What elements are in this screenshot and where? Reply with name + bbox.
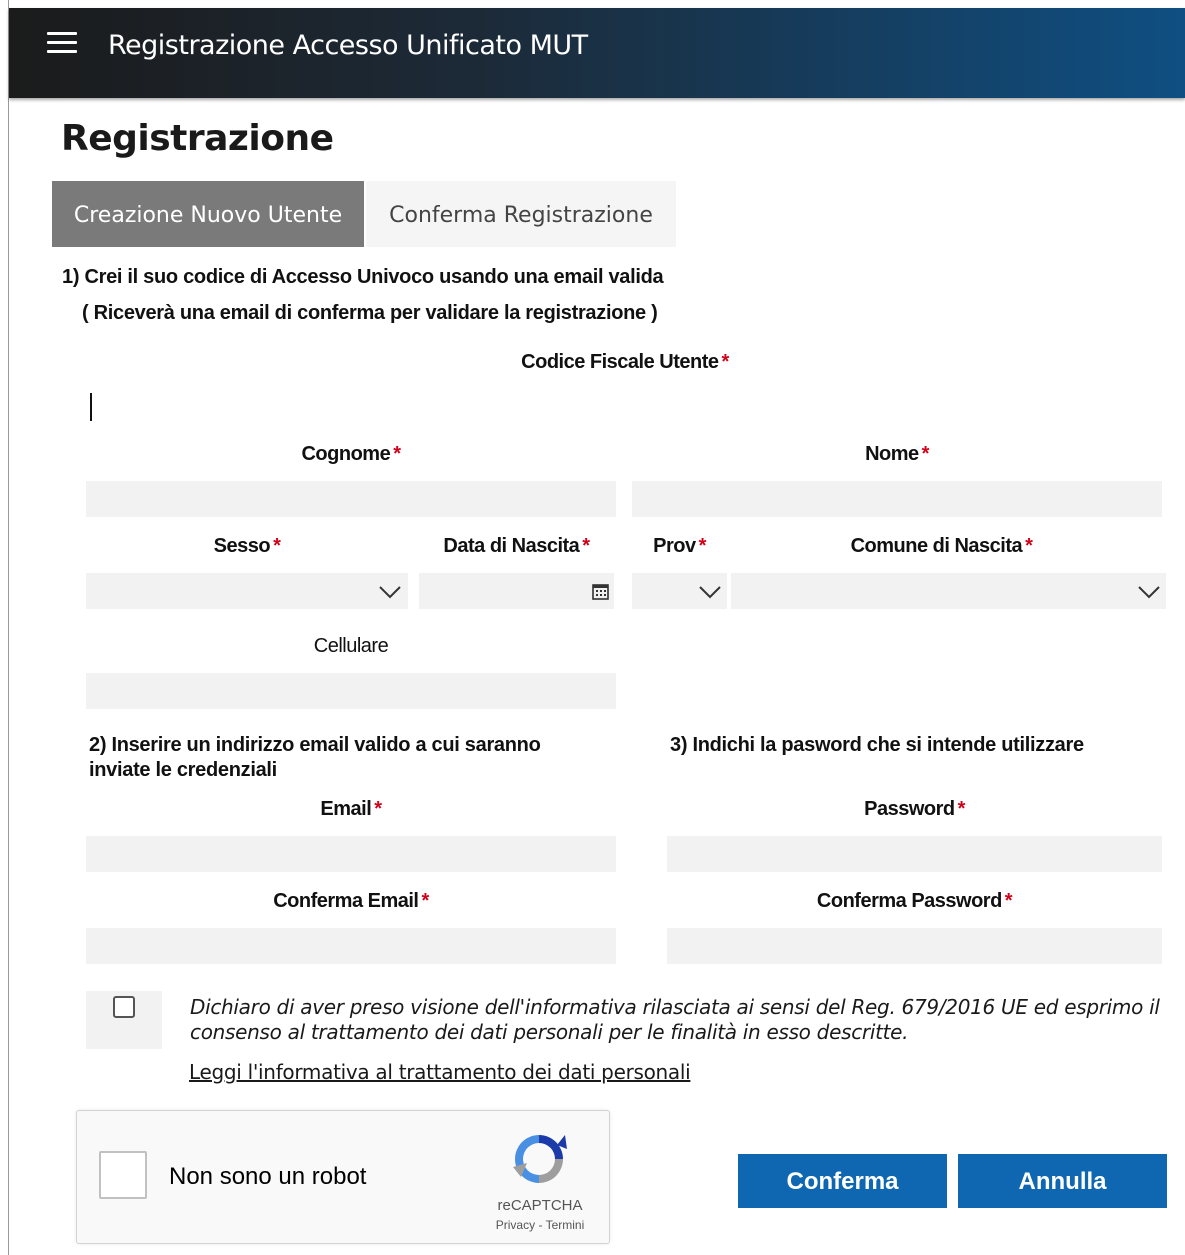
- recaptcha-logo-icon: [513, 1135, 567, 1183]
- prov-label: Prov *: [653, 535, 706, 557]
- cognome-input[interactable]: [86, 481, 616, 517]
- tab-conferma-registrazione[interactable]: Conferma Registrazione: [366, 181, 676, 247]
- chevron-down-icon: [699, 586, 721, 599]
- confirm-button[interactable]: Conferma: [738, 1154, 947, 1208]
- password-input[interactable]: [667, 836, 1162, 872]
- email-label: Email *: [320, 798, 382, 820]
- recaptcha-links: Privacy - Termini: [495, 1218, 585, 1232]
- conferma-password-label: Conferma Password *: [816, 890, 1013, 912]
- cancel-button[interactable]: Annulla: [958, 1154, 1167, 1208]
- recaptcha-checkbox[interactable]: [99, 1151, 147, 1199]
- consent-checkbox[interactable]: [113, 996, 135, 1018]
- recaptcha-terms-link[interactable]: Termini: [546, 1218, 585, 1232]
- app-header: Registrazione Accesso Unificato MUT: [9, 8, 1185, 98]
- recaptcha-label: Non sono un robot: [169, 1163, 367, 1190]
- codice-fiscale-label: Codice Fiscale Utente *: [521, 351, 729, 373]
- conferma-password-input[interactable]: [667, 928, 1162, 964]
- email-input[interactable]: [86, 836, 616, 872]
- recaptcha-widget: Non sono un robot reCAPTCHA Privacy - Te…: [76, 1110, 610, 1244]
- chevron-down-icon: [379, 586, 401, 599]
- consent-text: Dichiaro di aver preso visione dell'info…: [190, 995, 1160, 1044]
- cellulare-label: Cellulare: [313, 635, 389, 657]
- conferma-email-input[interactable]: [86, 928, 616, 964]
- step2-heading: 2) Inserire un indirizzo email valido a …: [89, 734, 541, 756]
- cognome-label: Cognome *: [301, 443, 401, 465]
- data-nascita-label: Data di Nascita *: [443, 535, 590, 557]
- comune-nascita-label: Comune di Nascita *: [850, 535, 1033, 557]
- window-border: [8, 0, 9, 1255]
- chevron-down-icon: [1138, 586, 1160, 599]
- app-title: Registrazione Accesso Unificato MUT: [108, 30, 588, 61]
- step1-heading: 1) Crei il suo codice di Accesso Univoco…: [62, 266, 664, 288]
- page-title: Registrazione: [61, 118, 334, 159]
- nome-label: Nome *: [865, 443, 929, 465]
- cellulare-input[interactable]: [86, 673, 616, 709]
- recaptcha-brand: reCAPTCHA: [497, 1197, 583, 1214]
- data-nascita-input[interactable]: [419, 573, 614, 609]
- codice-fiscale-input[interactable]: [86, 389, 686, 425]
- calendar-icon[interactable]: [592, 583, 609, 600]
- recaptcha-privacy-link[interactable]: Privacy: [496, 1218, 535, 1232]
- step1-subheading: ( Riceverà una email di conferma per val…: [82, 302, 658, 324]
- step3-heading: 3) Indichi la pasword che si intende uti…: [670, 734, 1084, 756]
- conferma-email-label: Conferma Email *: [273, 890, 429, 912]
- nome-input[interactable]: [632, 481, 1162, 517]
- sesso-label: Sesso *: [213, 535, 281, 557]
- comune-nascita-select[interactable]: [731, 573, 1166, 609]
- privacy-policy-link[interactable]: Leggi l'informativa al trattamento dei d…: [189, 1060, 691, 1084]
- tab-creazione-nuovo-utente[interactable]: Creazione Nuovo Utente: [52, 181, 364, 247]
- password-label: Password *: [864, 798, 965, 820]
- step2-heading-cont: inviate le credenziali: [89, 759, 277, 781]
- hamburger-menu-icon[interactable]: [47, 32, 77, 54]
- prov-select[interactable]: [632, 573, 727, 609]
- sesso-select[interactable]: [86, 573, 408, 609]
